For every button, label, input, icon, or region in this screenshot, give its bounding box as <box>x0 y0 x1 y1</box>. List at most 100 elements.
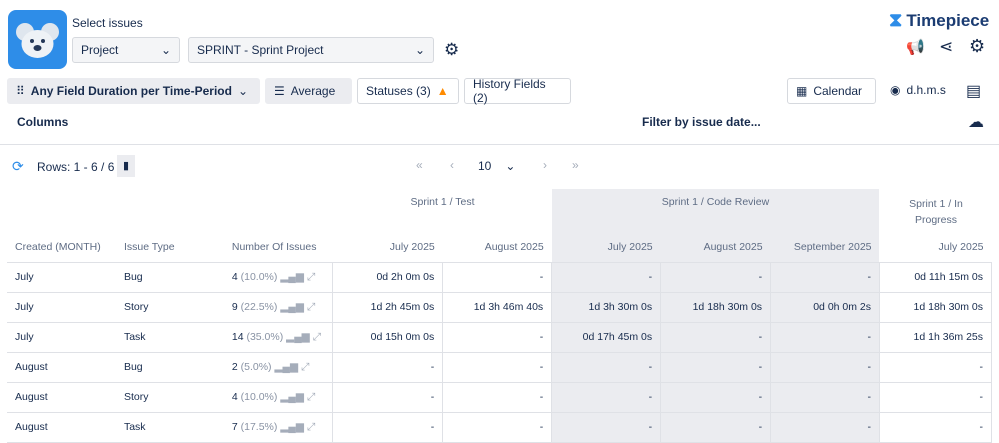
duration-cell[interactable]: 1d 18h 30m 0s <box>914 301 983 313</box>
duration-cell[interactable]: - <box>431 391 435 403</box>
duration-cell[interactable]: - <box>980 421 984 433</box>
list-view-icon[interactable]: ▤ <box>966 81 981 101</box>
expand-icon[interactable]: ⤢ <box>307 421 315 433</box>
gear-search-icon[interactable]: ⚙ <box>444 40 459 60</box>
col-review-july[interactable]: July 2025 <box>551 232 661 263</box>
duration-cell[interactable]: - <box>649 271 653 283</box>
sprint-dropdown[interactable]: SPRINT - Sprint Project ⌄ <box>188 37 434 63</box>
duration-cell[interactable]: 0d 17h 45m 0s <box>583 331 652 343</box>
col-progress-july[interactable]: July 2025 <box>879 232 992 263</box>
filter-label[interactable]: Filter by issue date... <box>642 115 761 129</box>
col-review-august[interactable]: August 2025 <box>660 232 771 263</box>
sliders-icon: ☰ <box>274 84 285 98</box>
cell-count: 9 <box>231 300 238 313</box>
cell-percent: (5.0%) <box>240 360 272 373</box>
statuses-button[interactable]: Statuses (3) ▲ <box>357 78 459 104</box>
brand-logo: ⧗ Timepiece <box>889 10 989 32</box>
col-number-of-issues[interactable]: Number Of Issues <box>223 232 333 263</box>
calendar-button[interactable]: ▦ Calendar <box>787 78 876 104</box>
duration-cell[interactable]: - <box>431 421 435 433</box>
duration-cell[interactable]: 0d 11h 15m 0s <box>914 271 983 283</box>
duration-cell[interactable]: - <box>431 361 435 373</box>
table-row: August Bug 2 (5.0%) ▂▄▆ ⤢ - - - - - - <box>7 352 992 383</box>
duration-cell[interactable]: - <box>540 421 544 433</box>
cell-issue-type: Bug <box>115 262 224 293</box>
average-button[interactable]: ☰ Average <box>265 78 352 104</box>
duration-cell[interactable]: 1d 3h 46m 40s <box>474 301 543 313</box>
duration-cell[interactable]: - <box>759 421 763 433</box>
page-size-value: 10 <box>478 159 492 173</box>
duration-cell[interactable]: - <box>540 331 544 343</box>
duration-cell[interactable]: - <box>540 271 544 283</box>
col-test-july[interactable]: July 2025 <box>332 232 443 263</box>
calendar-label: Calendar <box>813 84 863 98</box>
settings-icon[interactable]: ⚙ <box>969 36 985 57</box>
expand-icon[interactable]: ⤢ <box>307 301 315 313</box>
duration-cell[interactable]: - <box>759 361 763 373</box>
history-fields-button[interactable]: History Fields (2) <box>464 77 571 105</box>
duration-cell[interactable]: - <box>649 391 653 403</box>
duration-cell[interactable]: 0d 2h 0m 0s <box>376 271 434 283</box>
duration-cell[interactable]: - <box>759 271 763 283</box>
history-fields-label: History Fields (2) <box>473 77 546 105</box>
duration-cell[interactable]: - <box>649 421 653 433</box>
duration-cell[interactable]: 1d 18h 30m 0s <box>693 301 762 313</box>
chevron-down-icon: ⌄ <box>160 43 171 57</box>
table-row: July Bug 4 (10.0%) ▂▄▆ ⤢ 0d 2h 0m 0s - - - - 0d … <box>7 262 992 293</box>
table-row: July Story 9 (22.5%) ▂▄▆ ⤢ 1d 2h 45m 0s 1d 3… <box>7 292 992 323</box>
bar-chart-icon[interactable]: ▂▄▆ <box>274 361 298 373</box>
col-created-month[interactable]: Created (MONTH) <box>7 232 116 263</box>
refresh-icon[interactable]: ⟳ <box>12 158 24 175</box>
expand-icon[interactable]: ⤢ <box>313 331 321 343</box>
duration-cell[interactable]: - <box>868 271 872 283</box>
megaphone-icon[interactable]: 📢 <box>906 38 925 56</box>
col-review-september[interactable]: September 2025 <box>770 232 880 263</box>
project-dropdown[interactable]: Project ⌄ <box>72 37 180 63</box>
bar-chart-icon[interactable]: ▂▄▆ <box>280 421 304 433</box>
duration-cell[interactable]: 0d 15h 0m 0s <box>371 331 435 343</box>
duration-cell[interactable]: - <box>759 391 763 403</box>
bar-chart-icon[interactable]: ▂▄▆ <box>280 271 304 283</box>
duration-cell[interactable]: 1d 2h 45m 0s <box>371 301 435 313</box>
chart-icon[interactable]: ▮ <box>117 155 135 177</box>
duration-cell[interactable]: - <box>868 361 872 373</box>
duration-cell[interactable]: 0d 0h 0m 2s <box>813 301 871 313</box>
expand-icon[interactable]: ⤢ <box>307 391 315 403</box>
expand-icon[interactable]: ⤢ <box>301 361 309 373</box>
duration-cell[interactable]: 1d 3h 30m 0s <box>588 301 652 313</box>
report-type-label: Any Field Duration per Time-Period <box>30 84 232 98</box>
cloud-upload-icon[interactable]: ☁ <box>968 112 984 132</box>
calendar-icon: ▦ <box>796 84 808 98</box>
cell-month: July <box>7 322 116 353</box>
duration-cell[interactable]: - <box>759 331 763 343</box>
duration-cell[interactable]: - <box>540 361 544 373</box>
next-page-icon[interactable]: › <box>543 158 547 172</box>
col-issue-type[interactable]: Issue Type <box>115 232 224 263</box>
grid-icon: ⠿ <box>16 84 25 98</box>
duration-cell[interactable]: - <box>868 391 872 403</box>
prev-page-icon[interactable]: ‹ <box>450 158 454 172</box>
expand-icon[interactable]: ⤢ <box>307 271 315 283</box>
hourglass-icon: ⧗ <box>889 10 903 31</box>
time-format-toggle[interactable]: ◉ d.h.m.s <box>890 83 946 97</box>
page-size-select[interactable]: 10 ⌄ <box>478 159 515 173</box>
last-page-icon[interactable]: » <box>572 158 579 172</box>
columns-label[interactable]: Columns <box>17 115 68 129</box>
duration-cell[interactable]: - <box>868 331 872 343</box>
duration-cell[interactable]: - <box>540 391 544 403</box>
duration-cell[interactable]: - <box>980 391 984 403</box>
duration-cell[interactable]: - <box>649 361 653 373</box>
first-page-icon[interactable]: « <box>416 158 423 172</box>
duration-cell[interactable]: - <box>980 361 984 373</box>
col-test-august[interactable]: August 2025 <box>442 232 552 263</box>
share-icon[interactable]: ⋖ <box>939 37 953 57</box>
cell-percent: (17.5%) <box>240 420 278 433</box>
brand-name: Timepiece <box>906 11 990 30</box>
report-type-dropdown[interactable]: ⠿ Any Field Duration per Time-Period ⌄ <box>7 78 260 104</box>
duration-cell[interactable]: 1d 1h 36m 25s <box>914 331 983 343</box>
duration-cell[interactable]: - <box>868 421 872 433</box>
bar-chart-icon[interactable]: ▂▄▆ <box>286 331 310 343</box>
bar-chart-icon[interactable]: ▂▄▆ <box>280 301 304 313</box>
cell-issue-type: Task <box>115 322 224 353</box>
bar-chart-icon[interactable]: ▂▄▆ <box>280 391 304 403</box>
